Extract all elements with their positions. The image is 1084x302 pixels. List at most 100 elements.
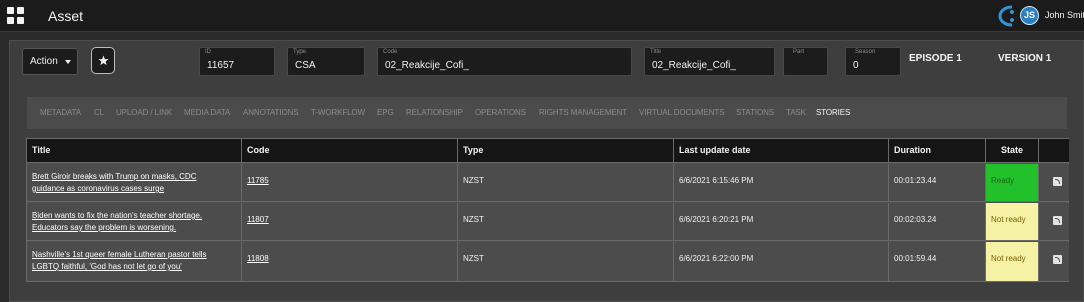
tab-relationship[interactable]: RELATIONSHIP bbox=[406, 108, 463, 117]
story-type: NZST bbox=[463, 215, 484, 224]
story-state: Not ready bbox=[991, 215, 1026, 224]
table-row-code-cell[interactable]: 11807 bbox=[242, 203, 458, 241]
tab-task[interactable]: TASK bbox=[786, 108, 806, 117]
type-field[interactable]: Type CSA bbox=[287, 47, 365, 76]
tab-epg[interactable]: EPG bbox=[377, 108, 394, 117]
top-bar: Asset JS John Smith bbox=[0, 0, 1084, 32]
episode-label: EPISODE 1 bbox=[909, 53, 962, 64]
column-header-title[interactable]: Title bbox=[27, 139, 242, 163]
table-row-type-cell: NZST bbox=[458, 242, 674, 281]
tab-metadata[interactable]: METADATA bbox=[40, 108, 81, 117]
type-label: Type bbox=[293, 49, 307, 55]
story-updated: 6/6/2021 6:20:21 PM bbox=[679, 215, 754, 224]
story-type: NZST bbox=[463, 254, 484, 263]
version-label: VERSION 1 bbox=[998, 53, 1052, 64]
code-value: 02_Reakcije_Cofi_ bbox=[385, 60, 469, 71]
rss-icon[interactable] bbox=[1053, 216, 1062, 225]
code-label: Code bbox=[383, 49, 398, 55]
code-field[interactable]: Code 02_Reakcije_Cofi_ bbox=[377, 47, 632, 76]
table-row-type-cell: NZST bbox=[458, 203, 674, 241]
column-header-state[interactable]: State bbox=[986, 139, 1039, 163]
season-field[interactable]: Season 0 bbox=[845, 47, 901, 76]
story-updated: 6/6/2021 6:15:46 PM bbox=[679, 176, 754, 185]
column-header-code[interactable]: Code bbox=[242, 139, 458, 163]
part-field[interactable]: Part bbox=[783, 47, 828, 76]
table-row-duration-cell: 00:02:03.24 bbox=[889, 203, 986, 241]
story-duration: 00:02:03.24 bbox=[894, 215, 937, 224]
story-code-link[interactable]: 11808 bbox=[247, 254, 269, 263]
tab-annotations[interactable]: ANNOTATIONS bbox=[243, 108, 299, 117]
story-title-line2: LGBTQ faithful, 'God has not let go of y… bbox=[32, 262, 182, 271]
type-value: CSA bbox=[295, 60, 316, 71]
story-updated: 6/6/2021 6:22:00 PM bbox=[679, 254, 754, 263]
table-row-action-cell bbox=[1039, 203, 1069, 241]
table-row-action-cell bbox=[1039, 164, 1069, 202]
star-icon bbox=[98, 55, 109, 66]
chevron-down-icon bbox=[65, 60, 71, 64]
tab-upload-link[interactable]: UPLOAD / LINK bbox=[116, 108, 172, 117]
season-value: 0 bbox=[853, 60, 859, 71]
story-title-line1: Nashville's 1st queer female Lutheran pa… bbox=[32, 250, 207, 259]
table-row-action-cell bbox=[1039, 242, 1069, 281]
tab-stories[interactable]: STORIES bbox=[816, 108, 850, 117]
avatar[interactable]: JS bbox=[1020, 6, 1039, 25]
table-row-code-cell[interactable]: 11808 bbox=[242, 242, 458, 281]
column-header-last-update[interactable]: Last update date bbox=[674, 139, 889, 163]
story-duration: 00:01:59.44 bbox=[894, 254, 937, 263]
status-badge: Not ready bbox=[986, 203, 1039, 241]
part-label: Part bbox=[793, 49, 805, 55]
column-header-duration[interactable]: Duration bbox=[889, 139, 986, 163]
tab-stations[interactable]: STATIONS bbox=[736, 108, 774, 117]
brand-logo-icon bbox=[998, 5, 1014, 27]
story-title-line2: Educators say the problem is worsening. bbox=[32, 223, 177, 232]
story-title-line1: Biden wants to fix the nation's teacher … bbox=[32, 211, 203, 220]
user-name[interactable]: John Smith bbox=[1045, 10, 1084, 20]
story-title-line2: guidance as coronavirus cases surge bbox=[32, 184, 165, 193]
column-header-actions bbox=[1039, 139, 1069, 163]
table-row-type-cell: NZST bbox=[458, 164, 674, 202]
tab-virtual-documents[interactable]: VIRTUAL DOCUMENTS bbox=[639, 108, 725, 117]
title-value: 02_Reakcije_Cofi_ bbox=[652, 60, 736, 71]
id-label: ID bbox=[205, 49, 211, 55]
tab-media-data[interactable]: MEDIA DATA bbox=[184, 108, 230, 117]
story-state: Not ready bbox=[991, 254, 1026, 263]
tab-t-workflow[interactable]: T-WORKFLOW bbox=[311, 108, 365, 117]
title-field[interactable]: Title 02_Reakcije_Cofi_ bbox=[644, 47, 775, 76]
table-row-title-cell[interactable]: Nashville's 1st queer female Lutheran pa… bbox=[27, 242, 242, 281]
page-title: Asset bbox=[48, 8, 84, 24]
story-title-link[interactable]: Biden wants to fix the nation's teacher … bbox=[32, 210, 202, 234]
table-row-title-cell[interactable]: Biden wants to fix the nation's teacher … bbox=[27, 203, 242, 241]
id-field[interactable]: ID 11657 bbox=[199, 47, 275, 76]
stories-table: Title Code Type Last update date Duratio… bbox=[26, 138, 1069, 282]
tab-cl[interactable]: CL bbox=[94, 108, 104, 117]
table-row-code-cell[interactable]: 11785 bbox=[242, 164, 458, 202]
story-code-link[interactable]: 11785 bbox=[247, 176, 269, 185]
tab-bar: METADATA CL UPLOAD / LINK MEDIA DATA ANN… bbox=[27, 97, 1067, 129]
story-type: NZST bbox=[463, 176, 484, 185]
table-row-updated-cell: 6/6/2021 6:22:00 PM bbox=[674, 242, 889, 281]
title-label: Title bbox=[650, 49, 662, 55]
favorite-button[interactable] bbox=[91, 47, 115, 74]
apps-grid-icon[interactable] bbox=[7, 7, 24, 24]
rss-icon[interactable] bbox=[1053, 177, 1062, 186]
season-label: Season bbox=[855, 49, 876, 55]
story-title-line1: Brett Giroir breaks with Trump on masks,… bbox=[32, 172, 197, 181]
table-row-duration-cell: 00:01:23.44 bbox=[889, 164, 986, 202]
tab-operations[interactable]: OPERATIONS bbox=[475, 108, 526, 117]
story-title-link[interactable]: Brett Giroir breaks with Trump on masks,… bbox=[32, 171, 196, 195]
status-badge: Ready bbox=[986, 164, 1039, 202]
action-dropdown-button[interactable]: Action bbox=[22, 48, 78, 75]
rss-icon[interactable] bbox=[1053, 255, 1062, 264]
action-label: Action bbox=[30, 56, 58, 67]
story-duration: 00:01:23.44 bbox=[894, 176, 937, 185]
story-code-link[interactable]: 11807 bbox=[247, 215, 269, 224]
table-row-duration-cell: 00:01:59.44 bbox=[889, 242, 986, 281]
story-state: Ready bbox=[991, 176, 1015, 185]
tab-rights-management[interactable]: RIGHTS MANAGEMENT bbox=[539, 108, 627, 117]
column-header-type[interactable]: Type bbox=[458, 139, 674, 163]
status-badge: Not ready bbox=[986, 242, 1039, 281]
table-row-title-cell[interactable]: Brett Giroir breaks with Trump on masks,… bbox=[27, 164, 242, 202]
id-value: 11657 bbox=[207, 60, 235, 71]
table-row-updated-cell: 6/6/2021 6:15:46 PM bbox=[674, 164, 889, 202]
story-title-link[interactable]: Nashville's 1st queer female Lutheran pa… bbox=[32, 249, 207, 273]
